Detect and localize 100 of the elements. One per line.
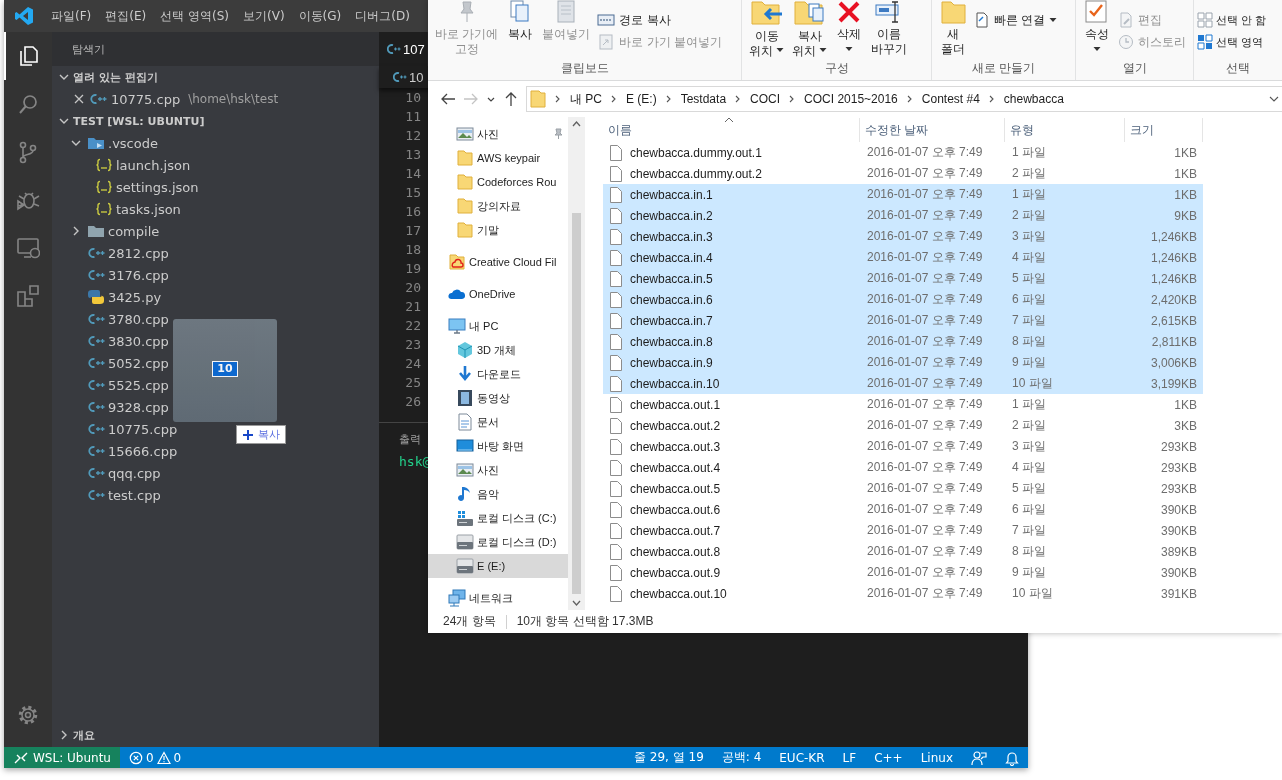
file-row[interactable]: chewbacca.in.8 2016-01-07 오후 7:49 8 파일 2,811KB [603, 331, 1203, 352]
ribbon-button[interactable]: 이름 바꾸기 [867, 0, 911, 60]
status-item[interactable]: C++ [865, 747, 912, 768]
nav-item[interactable]: 문서 [428, 410, 568, 434]
breadcrumb-item[interactable]: 10 [393, 69, 424, 85]
file-row[interactable]: chewbacca.out.4 2016-01-07 오후 7:49 4 파일 293KB [603, 457, 1203, 478]
file-row[interactable]: chewbacca.dummy.out.1 2016-01-07 오후 7:49 1 파일 1KB [603, 142, 1203, 163]
nav-item[interactable]: Codeforces Rou [428, 170, 568, 194]
file-row[interactable]: chewbacca.out.9 2016-01-07 오후 7:49 9 파일 390KB [603, 562, 1203, 583]
nav-item[interactable]: Creative Cloud Fil [428, 250, 568, 274]
file-row[interactable]: chewbacca.out.6 2016-01-07 오후 7:49 6 파일 390KB [603, 499, 1203, 520]
nav-item[interactable]: 로컬 디스크 (D:) [428, 530, 568, 554]
menu-item[interactable]: 이동(G) [291, 0, 349, 32]
nav-item[interactable]: 사진 [428, 122, 568, 146]
nav-item[interactable]: 강의자료 [428, 194, 568, 218]
column-header[interactable]: 크기 [1125, 118, 1203, 142]
menu-item[interactable]: 디버그(D) [348, 0, 417, 32]
file-row[interactable]: chewbacca.dummy.out.2 2016-01-07 오후 7:49 2 파일 1KB [603, 163, 1203, 184]
status-item[interactable]: EUC-KR [770, 747, 834, 768]
editor-tab[interactable]: 107 [379, 32, 427, 66]
nav-item[interactable]: 기말 [428, 218, 568, 242]
file-row[interactable]: chewbacca.in.5 2016-01-07 오후 7:49 5 파일 1,246KB [603, 268, 1203, 289]
file-row[interactable]: chewbacca.out.3 2016-01-07 오후 7:49 3 파일 293KB [603, 436, 1203, 457]
breadcrumb-item[interactable]: Contest #4 [921, 92, 980, 106]
file-row[interactable]: chewbacca.in.3 2016-01-07 오후 7:49 3 파일 1,246KB [603, 226, 1203, 247]
scrollbar-thumb[interactable] [572, 213, 581, 594]
back-icon[interactable] [440, 91, 456, 107]
nav-item[interactable]: 음악 [428, 482, 568, 506]
file-row[interactable]: chewbacca.in.6 2016-01-07 오후 7:49 6 파일 2,420KB [603, 289, 1203, 310]
remote-button[interactable]: WSL: Ubuntu [4, 747, 120, 768]
file-item[interactable]: 3830.cpp [52, 330, 173, 352]
menu-item[interactable]: 파일(F) [44, 0, 99, 32]
nav-item[interactable]: 3D 개체 [428, 338, 568, 362]
status-item[interactable]: Linux [911, 747, 962, 768]
file-item[interactable]: 2812.cpp [52, 242, 173, 264]
breadcrumb-item[interactable]: Testdata [680, 92, 727, 106]
nav-item[interactable]: E (E:) [428, 554, 568, 578]
ribbon-button[interactable]: 삭제 [831, 0, 867, 60]
file-item[interactable]: 5052.cpp [52, 352, 173, 374]
nav-item[interactable]: 사진 [428, 458, 568, 482]
file-item[interactable]: settings.json [52, 176, 203, 198]
file-item[interactable]: 10775.cpp [52, 418, 182, 440]
nav-item[interactable]: 내 PC [428, 314, 568, 338]
ribbon-button[interactable]: 새 폴더 [935, 0, 971, 60]
ribbon-button[interactable]: 선택 영역 [1196, 31, 1268, 53]
nav-item[interactable]: AWS keypair [428, 146, 568, 170]
status-item[interactable]: 줄 29, 열 19 [625, 747, 713, 768]
open-editor-item[interactable]: 10775.cpp \home\hsk\test [52, 88, 379, 110]
scrollbar[interactable] [568, 117, 585, 610]
panel-tab[interactable]: 출력 [379, 423, 421, 448]
file-row[interactable]: chewbacca.out.7 2016-01-07 오후 7:49 7 파일 390KB [603, 520, 1203, 541]
file-row[interactable]: chewbacca.in.1 2016-01-07 오후 7:49 1 파일 1KB [603, 184, 1203, 205]
file-row[interactable]: chewbacca.in.4 2016-01-07 오후 7:49 4 파일 1,246KB [603, 247, 1203, 268]
file-item[interactable]: 3425.py [52, 286, 166, 308]
file-item[interactable]: 15666.cpp [52, 440, 182, 462]
ribbon-button[interactable]: 빠른 연결 [971, 9, 1061, 31]
file-row[interactable]: chewbacca.out.2 2016-01-07 오후 7:49 2 파일 3KB [603, 415, 1203, 436]
nav-item[interactable]: OneDrive [428, 282, 568, 306]
column-header[interactable]: 수정한 날짜 [860, 118, 1005, 142]
file-row[interactable]: chewbacca.in.7 2016-01-07 오후 7:49 7 파일 2,615KB [603, 310, 1203, 331]
breadcrumb-item[interactable]: COCI 2015~2016 [804, 92, 898, 106]
file-item[interactable]: 5525.cpp [52, 374, 173, 396]
file-item[interactable]: test.cpp [52, 484, 165, 506]
close-icon[interactable] [73, 93, 85, 105]
file-row[interactable]: chewbacca.in.9 2016-01-07 오후 7:49 9 파일 3,006KB [603, 352, 1203, 373]
file-row[interactable]: chewbacca.out.10 2016-01-07 오후 7:49 10 파일 391KB [603, 583, 1203, 604]
status-item[interactable]: 공백: 4 [712, 747, 771, 768]
nav-item[interactable]: 바탕 화면 [428, 434, 568, 458]
section-header[interactable]: 열려 있는 편집기 [52, 66, 379, 88]
file-item[interactable]: 9328.cpp [52, 396, 173, 418]
file-row[interactable]: chewbacca.in.10 2016-01-07 오후 7:49 10 파일 3,199KB [603, 373, 1203, 394]
status-item[interactable]: LF [833, 747, 866, 768]
breadcrumb-item[interactable]: COCI [750, 92, 781, 106]
file-item[interactable]: 3780.cpp [52, 308, 173, 330]
ribbon-button[interactable]: 복사 [502, 0, 539, 60]
nav-item[interactable]: 로컬 디스크 (C:) [428, 506, 568, 530]
folder-item[interactable]: compile [52, 220, 164, 242]
file-row[interactable]: chewbacca.out.5 2016-01-07 오후 7:49 5 파일 293KB [603, 478, 1203, 499]
nav-item[interactable]: 네트워크 [428, 586, 568, 610]
file-item[interactable]: 3176.cpp [52, 264, 173, 286]
up-icon[interactable] [503, 91, 519, 107]
column-header[interactable]: 이름 [603, 118, 860, 142]
folder-item[interactable]: .vscode [52, 132, 162, 154]
ribbon-button[interactable]: 복사 위치 [788, 0, 831, 60]
menu-item[interactable]: 선택 영역(S) [153, 0, 236, 32]
section-header[interactable]: TEST [WSL: UBUNTU] [52, 110, 379, 132]
breadcrumb-item[interactable]: chewbacca [1003, 92, 1064, 106]
breadcrumb-item[interactable]: E (E:) [626, 92, 657, 106]
problems-button[interactable]: 0 0 [119, 747, 191, 768]
address-bar[interactable]: 내 PC E (E:) Testdata COCI COCI 2015~2016 Contest #4 chewbacca [526, 86, 1282, 112]
ribbon-button[interactable]: 이동 위치 [745, 0, 788, 60]
file-item[interactable]: tasks.json [52, 198, 185, 220]
menu-item[interactable]: 편집(E) [98, 0, 154, 32]
ribbon-button[interactable]: 경로 복사 [594, 9, 725, 31]
nav-item[interactable]: 다운로드 [428, 362, 568, 386]
nav-item[interactable]: 동영상 [428, 386, 568, 410]
ribbon-button[interactable]: 속성 [1079, 0, 1115, 60]
menu-item[interactable]: 보기(V) [236, 0, 292, 32]
section-header[interactable]: 개요 [52, 724, 379, 746]
file-item[interactable]: qqq.cpp [52, 462, 165, 484]
